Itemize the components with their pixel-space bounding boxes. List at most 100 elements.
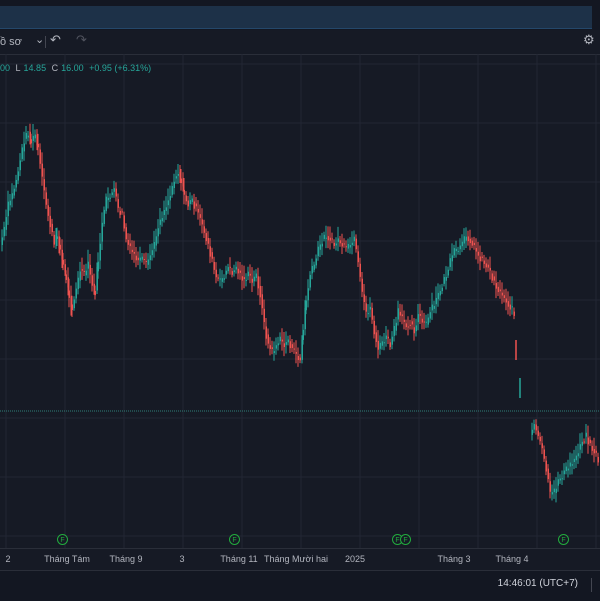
dividend-marker-icon[interactable]: F [57,534,68,545]
settings-icon[interactable]: ⚙ [583,32,595,48]
candle-body [425,321,427,323]
candle-body [273,351,275,354]
candle-body [495,283,497,289]
candle-body [15,179,17,188]
time-axis-label: 3 [179,554,185,564]
candle-body [203,226,205,233]
candle-body [23,143,25,152]
candle-body [333,242,335,246]
candle-body [575,455,577,461]
candle-body [109,197,111,199]
legend-low-key: L [15,63,21,73]
candle-body [241,276,243,281]
time-axis-label: Tháng 3 [437,554,471,564]
candle-body [39,149,41,164]
candle-body [323,234,325,239]
candle-body [335,243,337,246]
time-axis-label: Tháng 9 [109,554,143,564]
legend-change: +0.95 (+6.31%) [89,63,152,73]
time-axis-label: Tháng 4 [495,554,529,564]
candle-body [367,313,369,315]
candle-body [499,289,501,292]
candle-body [587,437,589,445]
candle-body [68,290,70,298]
candle-body [411,321,413,325]
time-axis[interactable]: 2 Tháng Tám Tháng 9 3 Tháng 11 Tháng Mười hai… [0,548,600,571]
dividend-marker-icon[interactable]: F [400,534,411,545]
time-axis-label: Tháng 11 [220,554,258,564]
candle-body [27,135,29,138]
candle-body [569,462,571,467]
candle-body [289,341,291,349]
dividend-marker-icon[interactable]: F [558,534,569,545]
candle-body [537,430,539,436]
candle-body [81,269,83,271]
candle-body [347,243,349,249]
candle-body [141,256,143,260]
candle-body [293,348,295,350]
undo-icon[interactable]: ↶ [50,32,61,48]
candle-body [535,424,537,431]
candle-body [213,261,215,270]
candle-body [62,259,64,265]
candle-body [345,246,347,248]
candle-body [34,134,36,139]
candle-body [483,260,485,264]
candle-body [233,270,235,273]
candle-body [555,488,557,494]
candle-body [449,258,451,267]
status-bar: 14:46:01 (UTC+7) [0,570,600,601]
utc-clock[interactable]: 14:46:01 (UTC+7) [498,578,578,589]
candle-body [465,236,467,241]
candle-body [161,218,163,222]
candle-body [359,263,361,277]
candle-body [539,436,541,442]
candle-body [361,278,363,292]
candle-body [455,248,457,252]
candle-body [545,460,547,472]
candle-body [173,181,175,189]
candle-body [565,466,567,472]
candle-body [247,271,249,277]
candle-body [237,268,239,274]
candle-body [32,135,34,141]
candle-body [94,290,96,296]
candle-body [403,319,405,322]
candle-body [180,178,182,184]
candle-body [457,250,459,252]
candle-body [153,241,155,249]
legend-low-value: 14.85 [23,63,47,73]
candle-body [477,251,479,256]
price-chart[interactable] [0,54,600,548]
candle-body [553,488,555,493]
candle-body [471,240,473,246]
dividend-marker-icon[interactable]: F [229,534,240,545]
candle-body [151,250,153,256]
candle-body [459,245,461,250]
chart-type-label[interactable]: ồ sơ [0,34,22,50]
candle-body [351,242,353,246]
candle-body [309,274,311,288]
candle-body [317,246,319,257]
candle-body [451,255,453,262]
candle-body [353,236,355,242]
candle-body [573,458,575,463]
candle-body [235,266,237,270]
candle-body [43,179,45,191]
candle-body [423,321,425,323]
candle-body [227,267,229,272]
candle-body [583,441,585,443]
candle-body [177,174,179,176]
chevron-down-icon[interactable]: ⌄ [35,32,44,48]
candle-body [215,269,217,278]
candle-body [145,260,147,262]
candle-body [163,209,165,215]
candle-body [83,270,85,272]
candle-body [571,464,573,466]
candle-body [431,304,433,311]
candle-body [349,244,351,248]
candle-body [239,270,241,273]
candle-body [503,295,505,298]
candle-body [379,342,381,349]
redo-icon[interactable]: ↷ [76,32,87,48]
